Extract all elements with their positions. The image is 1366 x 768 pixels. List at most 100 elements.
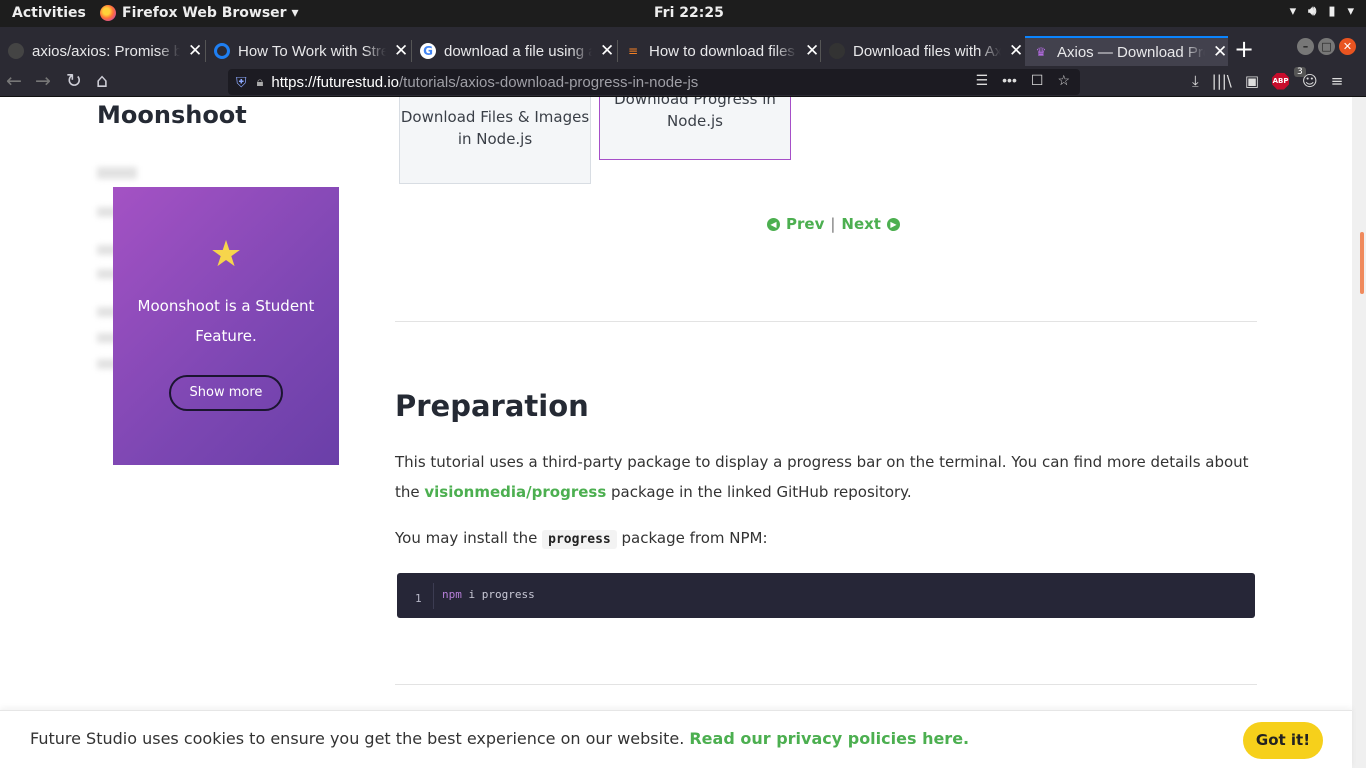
tab-title: How to download files [649, 42, 795, 60]
code-block[interactable]: 1 npm i progress [397, 573, 1255, 618]
show-more-button[interactable]: Show more [169, 375, 283, 411]
star-icon: ★ [209, 234, 243, 275]
digitalocean-icon [214, 43, 230, 59]
paragraph-install: You may install the progress package fro… [395, 523, 1255, 555]
prev-link[interactable]: Prev [786, 215, 824, 233]
navigation-bar: ← → ↻ ⌂ ⛨ 🔒︎ https://futurestud.io/tutor… [0, 67, 1366, 97]
back-button[interactable]: ← [6, 70, 22, 92]
divider [395, 321, 1257, 322]
page-content: Moonshoot ★ Moonshoot is a Student Featu… [0, 97, 1352, 768]
home-button[interactable]: ⌂ [96, 70, 108, 92]
paragraph-text: package from NPM: [616, 529, 768, 547]
download-icon[interactable]: ⤓ [1192, 72, 1199, 90]
maximize-button[interactable]: □ [1318, 38, 1335, 55]
cookie-banner: Future Studio uses cookies to ensure you… [0, 710, 1352, 768]
cookie-message: Future Studio uses cookies to ensure you… [30, 729, 969, 748]
tab-axios-download-progress[interactable]: ♛ Axios — Download Progress ✕ [1025, 36, 1228, 66]
paragraph-intro: This tutorial uses a third-party package… [395, 447, 1255, 507]
page-actions-icon[interactable]: ••• [1002, 72, 1017, 89]
code-line: npm i progress [442, 588, 535, 601]
gutter-line [433, 583, 434, 609]
url-path: /tutorials/axios-download-progress-in-no… [399, 73, 699, 91]
line-number: 1 [415, 592, 422, 605]
library-icon[interactable]: |||\ [1212, 72, 1232, 90]
menu-icon[interactable]: ≡ [1331, 72, 1344, 90]
url-bar-actions: ☰ ••• ☐ ☆ [976, 72, 1070, 89]
window-close-button[interactable]: ✕ [1339, 38, 1356, 55]
system-tray[interactable]: ▾ 🔊︎ ▮ ▾ [1290, 4, 1354, 19]
close-icon[interactable]: ✕ [394, 41, 408, 61]
scrollbar[interactable] [1352, 97, 1366, 768]
tab-streams[interactable]: How To Work with Streams ✕ [206, 36, 411, 66]
shield-icon[interactable]: ⛨ [236, 74, 247, 91]
code-text: i progress [461, 588, 535, 601]
privacy-policy-link[interactable]: Read our privacy policies here. [689, 729, 969, 748]
tab-title: How To Work with Streams [238, 42, 386, 60]
volume-icon: 🔊︎ [1308, 4, 1317, 19]
wifi-icon: ▾ [1289, 4, 1297, 19]
futurestudio-icon: ♛ [1035, 45, 1047, 59]
google-icon: G [420, 43, 436, 59]
close-icon[interactable]: ✕ [188, 41, 202, 61]
pager: ◀ Prev | Next ▶ [767, 215, 900, 233]
github-icon [829, 43, 845, 59]
chevron-left-icon[interactable]: ◀ [767, 217, 780, 231]
tab-title: download a file using axios [444, 42, 592, 60]
clock[interactable]: Fri 22:25 [654, 5, 724, 21]
tab-title: Download files with Axios [853, 42, 1001, 60]
cookie-text: Future Studio uses cookies to ensure you… [30, 729, 690, 748]
bookmark-star-icon[interactable]: ☆ [1057, 72, 1070, 89]
section-heading: Preparation [395, 389, 589, 423]
reader-view-icon[interactable]: ☰ [976, 72, 989, 89]
pager-divider: | [830, 215, 836, 233]
tab-download-axios[interactable]: Download files with Axios ✕ [821, 36, 1026, 66]
paragraph-text: You may install the [395, 529, 543, 547]
firefox-icon [100, 5, 116, 21]
adblock-badge: 3 [1294, 67, 1306, 77]
app-menu[interactable]: Firefox Web Browser ▾ [100, 5, 298, 21]
forward-button[interactable]: → [35, 70, 51, 92]
pocket-icon[interactable]: ☐ [1031, 72, 1044, 89]
tab-title: axios/axios: Promise based HTTP client [32, 42, 180, 60]
blurred-text [97, 167, 137, 179]
scrollbar-thumb[interactable] [1360, 232, 1364, 294]
card-title: Download Files & Images in Node.js [400, 108, 590, 148]
github-icon [8, 43, 24, 59]
chevron-down-icon: ▾ [1347, 4, 1354, 19]
reload-button[interactable]: ↻ [66, 70, 82, 92]
tab-google-search[interactable]: G download a file using axios ✕ [412, 36, 617, 66]
url-text[interactable]: https://futurestud.io/tutorials/axios-do… [271, 74, 698, 91]
related-card-previous[interactable]: Download Files & Images in Node.js [399, 97, 591, 184]
inline-code: progress [542, 530, 617, 549]
lock-icon[interactable]: 🔒︎ [257, 74, 264, 90]
tab-title: Axios — Download Progress [1057, 43, 1205, 61]
chevron-right-icon[interactable]: ▶ [886, 217, 900, 231]
url-bar[interactable]: ⛨ 🔒︎ https://futurestud.io/tutorials/axi… [228, 69, 1080, 95]
card-title: Download Progress in Node.js [614, 97, 776, 130]
close-icon[interactable]: ✕ [600, 41, 614, 61]
visionmedia-progress-link[interactable]: visionmedia/progress [424, 483, 606, 501]
new-tab-button[interactable]: + [1234, 35, 1254, 63]
paragraph-text: package in the linked GitHub repository. [606, 483, 912, 501]
next-link[interactable]: Next [841, 215, 881, 233]
window-controls: – □ ✕ [1297, 38, 1356, 55]
got-it-button[interactable]: Got it! [1243, 722, 1323, 759]
close-icon[interactable]: ✕ [1213, 42, 1227, 62]
tab-axios-github[interactable]: axios/axios: Promise based HTTP client ✕ [0, 36, 205, 66]
app-menu-label: Firefox Web Browser ▾ [122, 5, 299, 21]
promo-text: Moonshoot is a Student Feature. [137, 297, 315, 345]
activities-button[interactable]: Activities [12, 5, 86, 21]
minimize-button[interactable]: – [1297, 38, 1314, 55]
close-icon[interactable]: ✕ [805, 41, 819, 61]
battery-icon: ▮ [1328, 4, 1336, 19]
moonshoot-promo: ★ Moonshoot is a Student Feature. Show m… [113, 187, 339, 465]
sidebar-icon[interactable]: ▣ [1245, 72, 1259, 90]
sidebar-heading: Moonshoot [97, 101, 247, 129]
system-top-bar: Activities Firefox Web Browser ▾ Fri 22:… [0, 0, 1366, 27]
code-keyword: npm [442, 588, 462, 601]
tab-stackoverflow[interactable]: ≡ How to download files ✕ [617, 36, 822, 66]
close-icon[interactable]: ✕ [1009, 41, 1023, 61]
adblock-icon[interactable]: ABP [1272, 72, 1290, 90]
related-card-current[interactable]: Download Progress in Node.js [599, 97, 791, 160]
url-domain: https://futurestud.io [271, 73, 399, 91]
